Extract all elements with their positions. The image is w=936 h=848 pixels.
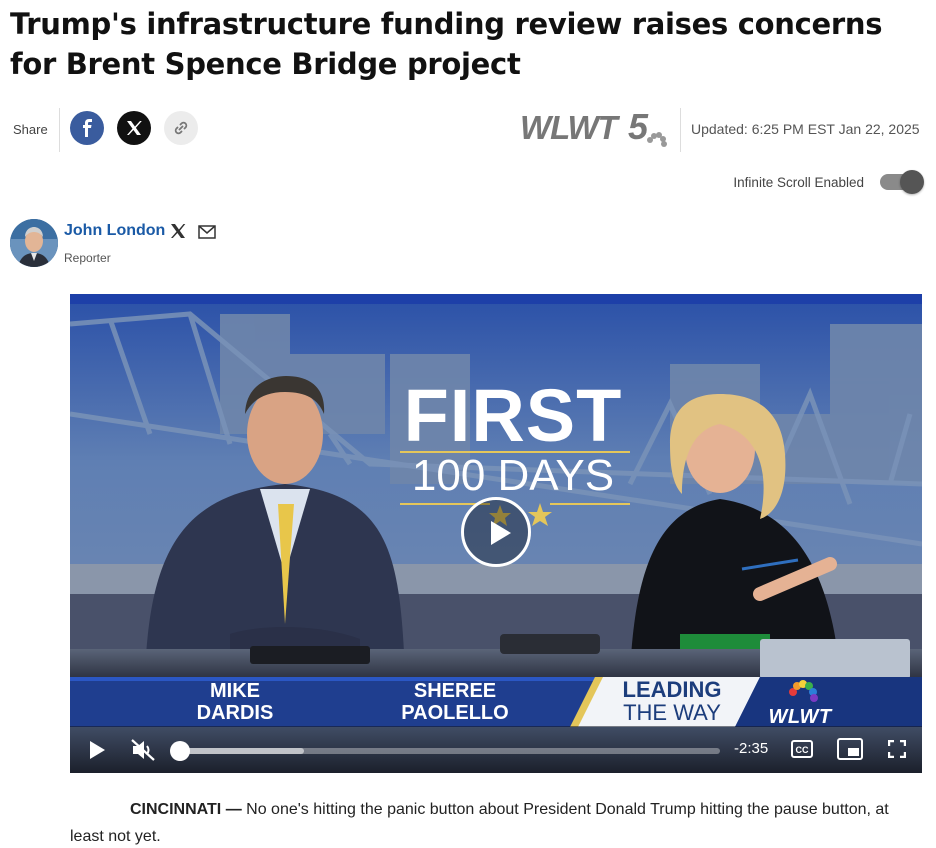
- name1-first: MIKE: [210, 680, 260, 702]
- lower-third-station: WLWT: [768, 706, 832, 728]
- name1-last: DARDIS: [196, 702, 274, 724]
- lower-third-name-2: SHEREE PAOLELLO: [385, 680, 525, 724]
- divider: [680, 108, 681, 152]
- share-bar: Share WLWT 5 Updated: 6:25 PM EST Jan 22…: [0, 104, 936, 154]
- author-role: Reporter: [64, 251, 111, 265]
- share-label: Share: [13, 122, 48, 137]
- infinite-scroll-label: Infinite Scroll Enabled: [733, 174, 864, 190]
- video-player[interactable]: FIRST 100 DAYS MIKE DARDIS SHEREE PAOLEL…: [70, 294, 922, 773]
- progress-buffered: [180, 748, 305, 754]
- copy-link-button[interactable]: [164, 111, 198, 145]
- author-byline: John London Reporter: [10, 219, 510, 269]
- progress-bar[interactable]: [170, 741, 720, 761]
- infinite-scroll-toggle[interactable]: [880, 170, 924, 194]
- name2-last: PAOLELLO: [401, 702, 509, 724]
- time-remaining: -2:35: [734, 740, 769, 757]
- toggle-knob: [900, 170, 924, 194]
- logo-number: 5: [628, 108, 649, 147]
- article-lede: CINCINNATI — No one's hitting the panic …: [70, 796, 920, 848]
- mail-icon[interactable]: [198, 225, 216, 239]
- link-icon: [174, 121, 188, 135]
- lower-third-tagline: LEADING THE WAY: [608, 678, 736, 724]
- fullscreen-icon[interactable]: [888, 740, 906, 758]
- dateline: CINCINNATI —: [130, 801, 242, 818]
- graphic-title: FIRST: [403, 374, 623, 457]
- station-logo[interactable]: WLWT 5: [518, 106, 673, 148]
- facebook-icon: [83, 119, 92, 137]
- mute-icon[interactable]: [130, 738, 156, 762]
- video-controls: -2:35 CC: [70, 726, 922, 773]
- author-name[interactable]: John London: [64, 222, 165, 240]
- author-avatar[interactable]: [10, 219, 58, 267]
- svg-text:CC: CC: [796, 745, 809, 755]
- name2-first: SHEREE: [413, 680, 497, 702]
- infinite-scroll-setting: Infinite Scroll Enabled: [733, 170, 924, 194]
- updated-timestamp: Updated: 6:25 PM EST Jan 22, 2025: [691, 121, 920, 137]
- x-icon[interactable]: [170, 223, 186, 239]
- logo-wordmark: WLWT: [520, 109, 621, 146]
- graphic-subtitle: 100 DAYS: [411, 451, 615, 500]
- tagline-top: LEADING: [622, 677, 722, 702]
- tagline-bottom: THE WAY: [623, 700, 721, 725]
- article-headline: Trump's infrastructure funding review ra…: [10, 7, 883, 81]
- progress-handle[interactable]: [170, 741, 190, 761]
- peacock-icon: [647, 132, 667, 147]
- facebook-share-button[interactable]: [70, 111, 104, 145]
- closed-captions-icon[interactable]: CC: [791, 740, 813, 758]
- picture-in-picture-icon[interactable]: [837, 738, 863, 760]
- divider: [59, 108, 60, 152]
- big-play-button[interactable]: [461, 497, 531, 567]
- x-share-button[interactable]: [117, 111, 151, 145]
- x-icon: [127, 121, 142, 135]
- play-icon[interactable]: [88, 740, 106, 760]
- lower-third-name-1: MIKE DARDIS: [180, 680, 290, 724]
